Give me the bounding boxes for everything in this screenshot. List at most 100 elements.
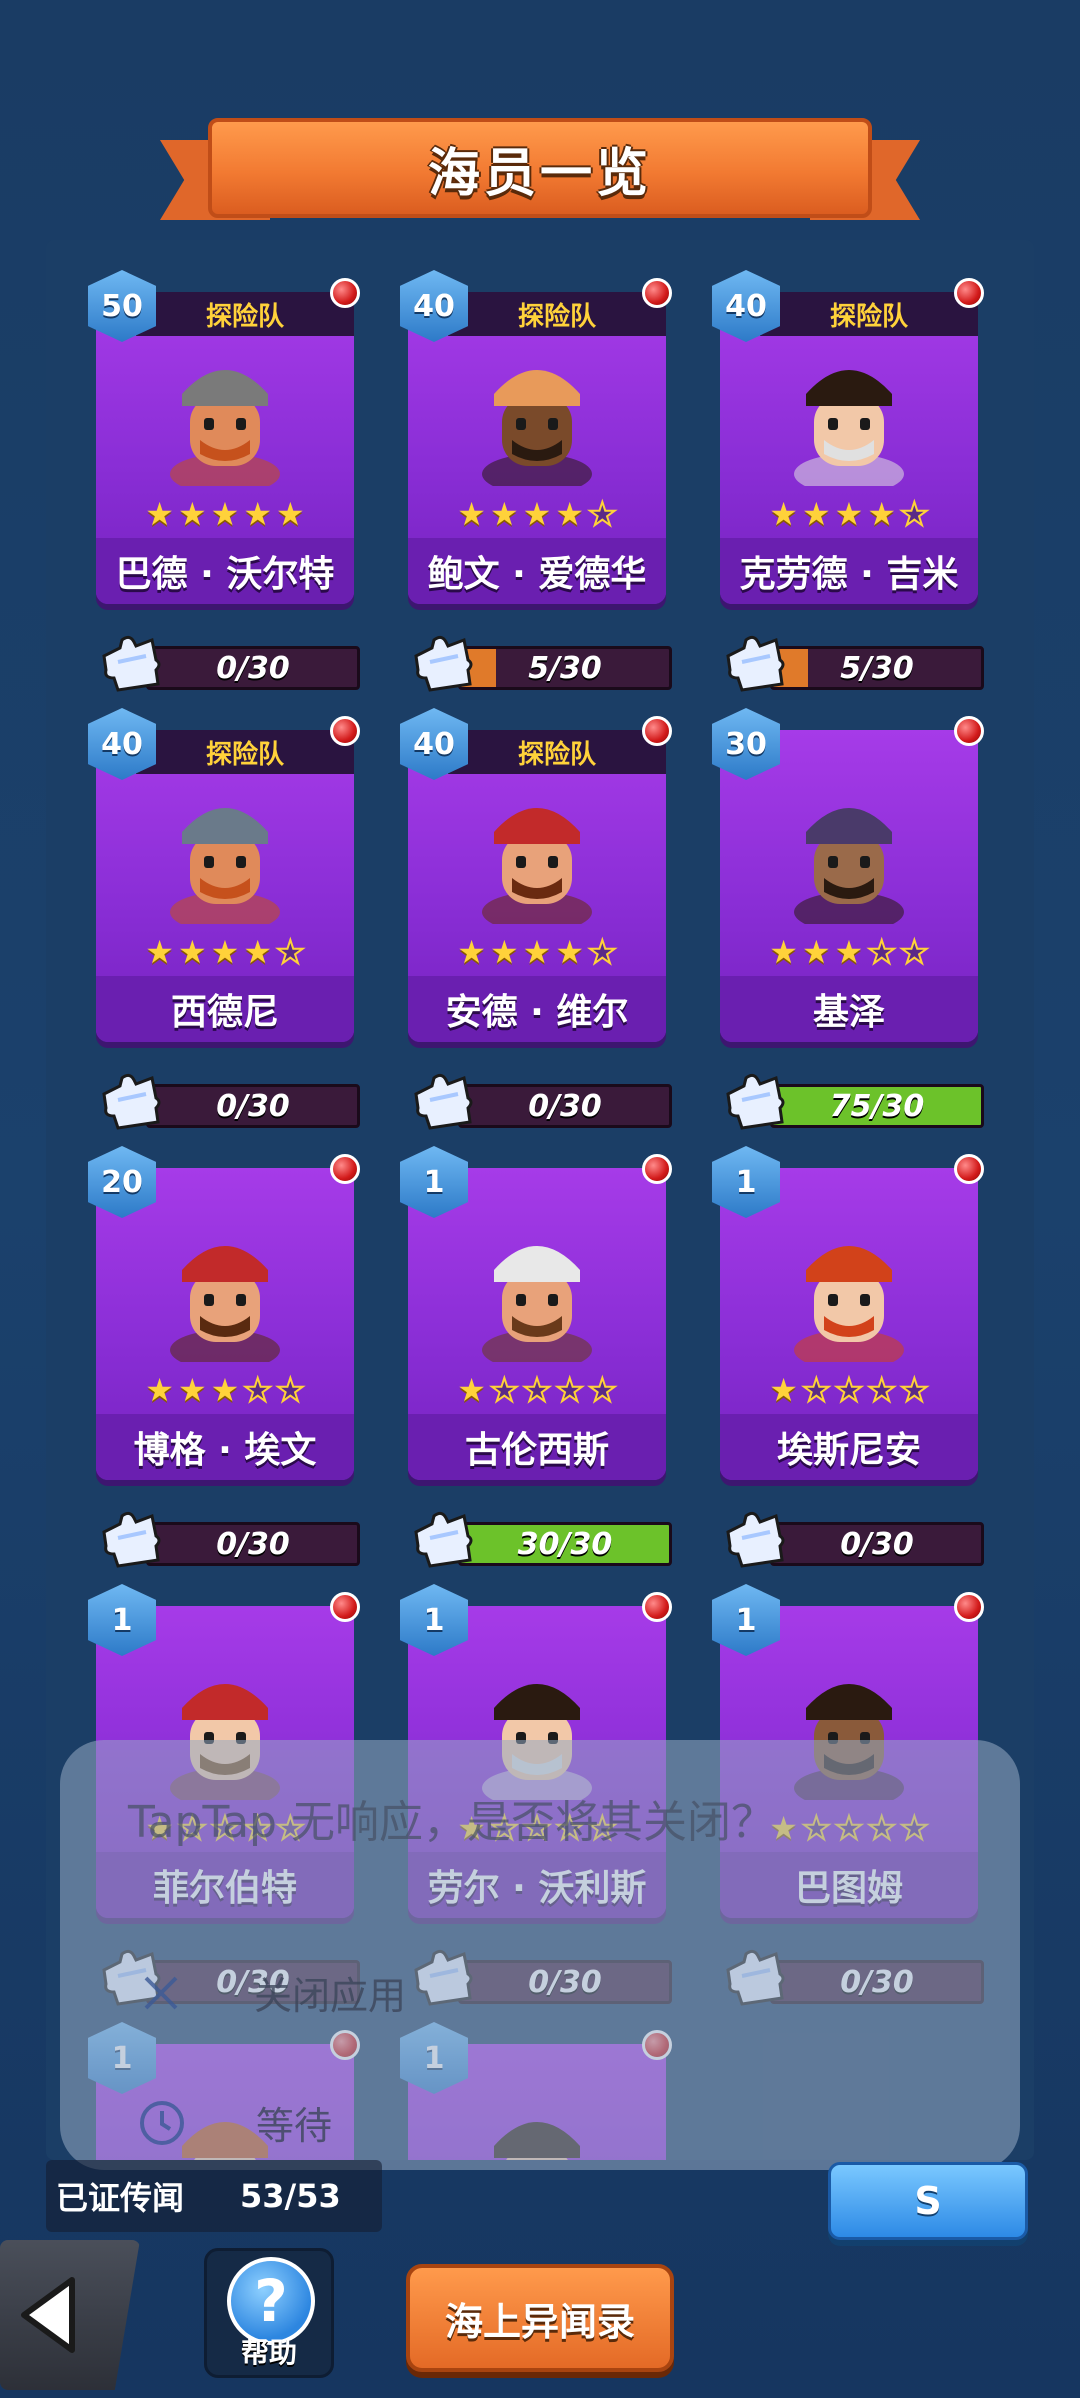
crew-name: 基泽 (720, 976, 978, 1042)
star-empty-icon: ★ (866, 1371, 897, 1409)
star-empty-icon: ★ (242, 1371, 273, 1409)
wait-option[interactable]: 等待 (138, 2095, 332, 2150)
star-empty-icon: ★ (899, 1371, 930, 1409)
puzzle-piece-icon (414, 635, 473, 692)
collected-label: 已证传闻 (56, 2179, 185, 2217)
star-filled-icon: ★ (457, 933, 486, 971)
back-arrow-icon (21, 2277, 75, 2353)
puzzle-piece-icon (102, 635, 161, 692)
collected-value: 53/53 (240, 2177, 341, 2215)
star-empty-icon: ★ (522, 1371, 553, 1409)
star-filled-icon: ★ (834, 933, 864, 971)
star-filled-icon: ★ (457, 1371, 486, 1409)
app-not-responding-dialog: TapTap 无响应，是否将其关闭？ 关闭应用 等待 (60, 1740, 1020, 2170)
star-rating: ★★★★★ (408, 492, 666, 536)
star-filled-icon: ★ (555, 495, 585, 533)
star-filled-icon: ★ (177, 495, 207, 533)
crew-portrait (170, 808, 280, 924)
shard-count: 0/30 (840, 1526, 914, 1562)
crew-card[interactable]: ★ ★ ★ ★ ★ 古伦西斯 1 30/30 (400, 1146, 672, 1576)
star-empty-icon: ★ (899, 933, 930, 971)
star-filled-icon: ★ (145, 933, 174, 971)
help-button[interactable]: ? 帮助 (204, 2248, 334, 2378)
crew-name: 博格 · 埃文 (96, 1414, 354, 1480)
star-empty-icon: ★ (587, 495, 618, 533)
star-empty-icon: ★ (587, 933, 618, 971)
star-rating: ★★★★★ (96, 930, 354, 974)
shard-count: 5/30 (528, 650, 602, 686)
s-button[interactable]: S (828, 2162, 1028, 2240)
star-filled-icon: ★ (177, 1371, 207, 1409)
star-filled-icon: ★ (769, 1371, 798, 1409)
star-rating: ★★★★★ (408, 930, 666, 974)
help-label: 帮助 (240, 2336, 297, 2369)
shard-count: 5/30 (840, 650, 914, 686)
crew-portrait (794, 370, 904, 486)
crew-name: 巴德 · 沃尔特 (96, 538, 354, 604)
star-filled-icon: ★ (522, 933, 552, 971)
crew-card[interactable]: 探险队 ★ ★ ★ ★ ★ 安德 · 维尔 40 0/30 (400, 708, 672, 1138)
star-rating: ★★★★★ (96, 492, 354, 536)
shard-progress-bar: 75/30 (770, 1084, 984, 1128)
crew-card[interactable]: 探险队 ★ ★ ★ ★ ★ 鲍文 · 爱德华 40 5/30 (400, 270, 672, 700)
clock-icon (140, 2100, 184, 2145)
close-icon (144, 1976, 178, 2009)
sea-log-label: 海上异闻录 (444, 2299, 635, 2344)
crew-portrait (170, 370, 280, 486)
dialog-message: TapTap 无响应，是否将其关闭？ (128, 1797, 775, 1848)
crew-card[interactable]: ★ ★ ★ ★ ★ 博格 · 埃文 20 0/30 (88, 1146, 360, 1576)
crew-card-body: ★ ★ ★ ★ ★ 博格 · 埃文 (96, 1168, 354, 1480)
notification-dot (954, 716, 984, 746)
crew-name: 西德尼 (96, 976, 354, 1042)
shard-progress-bar: 5/30 (770, 646, 984, 690)
shard-progress-bar: 30/30 (458, 1522, 672, 1566)
star-empty-icon: ★ (899, 495, 930, 533)
crew-card[interactable]: ★ ★ ★ ★ ★ 基泽 30 75/30 (712, 708, 984, 1138)
close-app-option[interactable]: 关闭应用 (138, 1965, 406, 2020)
star-filled-icon: ★ (867, 495, 897, 533)
star-filled-icon: ★ (276, 495, 305, 533)
crew-name: 鲍文 · 爱德华 (408, 538, 666, 604)
close-app-label: 关闭应用 (254, 1974, 407, 2018)
notification-dot (642, 1154, 672, 1184)
crew-name: 古伦西斯 (408, 1414, 666, 1480)
page-title: 海员一览 (427, 143, 652, 204)
puzzle-piece-icon (726, 635, 785, 692)
notification-dot (330, 1154, 360, 1184)
crew-card-body: ★ ★ ★ ★ ★ 古伦西斯 (408, 1168, 666, 1480)
crew-portrait (794, 1246, 904, 1362)
team-label: 探险队 (136, 292, 354, 336)
crew-card[interactable]: 探险队 ★ ★ ★ ★ ★ 巴德 · 沃尔特 50 0/30 (88, 270, 360, 700)
star-rating: ★★★★★ (96, 1368, 354, 1412)
crew-card-body: 探险队 ★ ★ ★ ★ ★ 安德 · 维尔 (408, 730, 666, 1042)
star-rating: ★★★★★ (720, 492, 978, 536)
crew-card[interactable]: ★ ★ ★ ★ ★ 埃斯尼安 1 0/30 (712, 1146, 984, 1576)
crew-card[interactable]: 探险队 ★ ★ ★ ★ ★ 克劳德 · 吉米 40 5/30 (712, 270, 984, 700)
shard-progress-bar: 5/30 (458, 646, 672, 690)
crew-card-body: 探险队 ★ ★ ★ ★ ★ 克劳德 · 吉米 (720, 292, 978, 604)
notification-dot (954, 278, 984, 308)
star-filled-icon: ★ (769, 495, 798, 533)
team-label: 探险队 (136, 730, 354, 774)
shard-progress-bar: 0/30 (770, 1522, 984, 1566)
star-filled-icon: ★ (177, 933, 207, 971)
notification-dot (330, 1592, 360, 1622)
title-plate: 海员一览 (208, 118, 872, 218)
puzzle-piece-icon (414, 1073, 473, 1130)
puzzle-piece-icon (726, 1511, 785, 1568)
star-empty-icon: ★ (554, 1371, 585, 1409)
puzzle-piece-icon (102, 1073, 161, 1130)
star-empty-icon: ★ (866, 933, 897, 971)
crew-portrait (794, 808, 904, 924)
crew-portrait (170, 1246, 280, 1362)
crew-name: 克劳德 · 吉米 (720, 538, 978, 604)
star-rating: ★★★★★ (408, 1368, 666, 1412)
sea-log-button[interactable]: 海上异闻录 (406, 2264, 674, 2372)
puzzle-piece-icon (726, 1073, 785, 1130)
shard-count: 0/30 (216, 650, 290, 686)
puzzle-piece-icon (414, 1511, 473, 1568)
back-button[interactable] (0, 2240, 140, 2390)
star-filled-icon: ★ (210, 933, 240, 971)
crew-card[interactable]: 探险队 ★ ★ ★ ★ ★ 西德尼 40 0/30 (88, 708, 360, 1138)
crew-name: 安德 · 维尔 (408, 976, 666, 1042)
